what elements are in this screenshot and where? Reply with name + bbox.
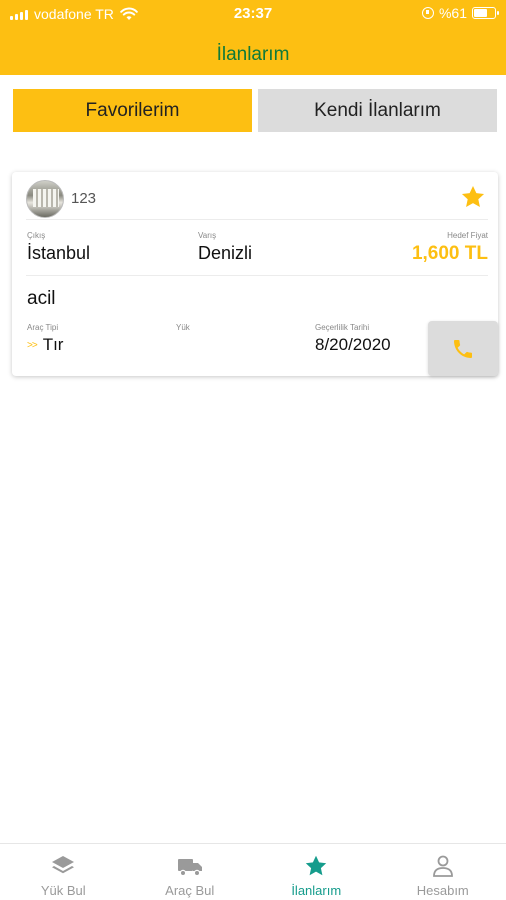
chevron-right-icon: >> — [27, 339, 38, 351]
tab-favorites[interactable]: Favorilerim — [13, 89, 252, 132]
vehicle-type-label: Araç Tipi — [27, 323, 59, 332]
destination-city: Denizli — [198, 243, 253, 263]
destination-label: Varış — [198, 231, 217, 240]
status-right: %61 — [421, 5, 499, 21]
app-screen: vodafone TR 23:37 %61 İlanlarım Favorile… — [0, 0, 506, 900]
rotation-lock-icon — [421, 7, 434, 19]
validity-date: 8/20/2020 — [315, 335, 391, 354]
nav-label-account: Hesabım — [416, 883, 469, 898]
tab-favorites-label: Favorilerim — [85, 99, 180, 121]
tab-own-listings[interactable]: Kendi İlanlarım — [258, 89, 497, 132]
page-title: İlanlarım — [216, 44, 290, 65]
status-bar: vodafone TR 23:37 %61 — [0, 0, 506, 28]
validity-date-label: Geçerlilik Tarihi — [315, 323, 370, 332]
nav-item-find-load[interactable]: Yük Bul — [0, 844, 127, 900]
user-icon — [432, 855, 453, 877]
nav-label-find-load: Yük Bul — [40, 883, 86, 898]
star-icon — [306, 855, 327, 876]
nav-label-my-listings: İlanlarım — [291, 883, 342, 898]
vehicle-type: >> Tır — [27, 335, 63, 355]
phone-icon — [454, 339, 472, 358]
bottom-nav: Yük Bul Araç Bul İlanlarım Hesabım — [0, 843, 506, 900]
nav-item-account[interactable]: Hesabım — [380, 844, 506, 900]
truck-icon — [177, 859, 202, 877]
nav-label-find-vehicle: Araç Bul — [165, 883, 215, 898]
load-label: Yük — [176, 323, 190, 332]
battery-percent: %61 — [438, 5, 467, 21]
target-price: 1,600 TL — [411, 243, 488, 264]
tab-own-listings-label: Kendi İlanlarım — [314, 99, 441, 121]
origin-label: Çıkış — [27, 231, 46, 240]
favorite-star-icon[interactable] — [460, 184, 486, 210]
nav-item-my-listings[interactable]: İlanlarım — [253, 844, 380, 900]
layers-icon — [52, 856, 75, 874]
nav-item-find-vehicle[interactable]: Araç Bul — [127, 844, 254, 900]
header: vodafone TR 23:37 %61 İlanlarım — [0, 0, 506, 75]
listing-card[interactable]: 123 Çıkış İstanbul Varış Denizli Hedef F… — [12, 172, 498, 376]
origin-city: İstanbul — [27, 243, 91, 263]
vehicle-type-value: Tır — [42, 335, 64, 354]
target-price-label: Hedef Fiyat — [447, 231, 488, 240]
card-divider — [26, 219, 488, 220]
avatar — [26, 180, 64, 218]
listing-id: 123 — [71, 190, 97, 207]
call-button[interactable] — [428, 321, 498, 376]
battery-icon — [472, 7, 499, 19]
listing-note: acil — [27, 288, 56, 309]
card-divider — [26, 275, 488, 276]
